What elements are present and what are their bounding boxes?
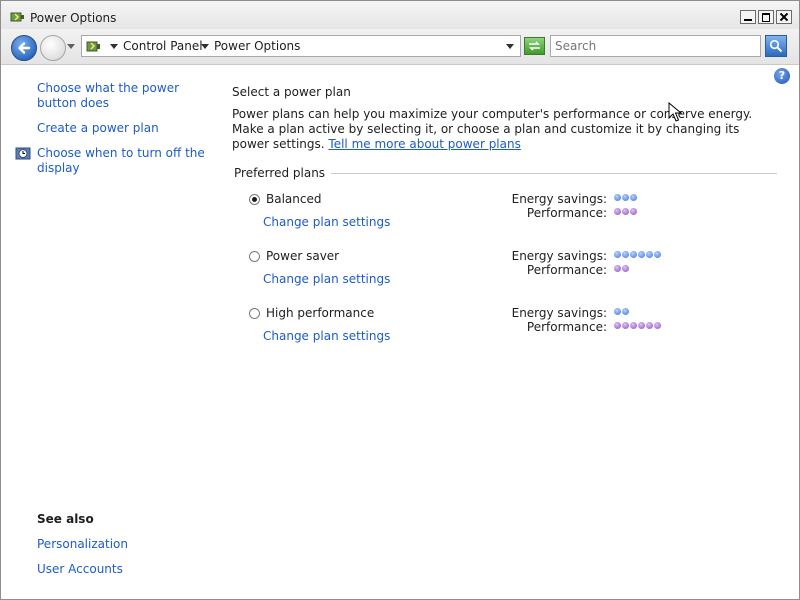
back-arrow-icon <box>18 42 31 54</box>
energy-savings-label: Energy savings: <box>511 249 607 263</box>
sidebar-link-create-plan[interactable]: Create a power plan <box>37 121 207 136</box>
minimize-button[interactable] <box>740 10 756 24</box>
see-also-heading: See also <box>37 512 94 526</box>
rating-dot <box>614 208 621 215</box>
rating-dot <box>614 265 621 272</box>
rating-dot <box>630 251 637 258</box>
sidebar-link-display-off[interactable]: Choose when to turn off the display <box>37 146 207 176</box>
energy-savings-meter <box>614 251 661 259</box>
rating-dot <box>622 308 629 315</box>
rating-dot <box>646 251 653 258</box>
rating-dot <box>622 208 629 215</box>
energy-savings-label: Energy savings: <box>511 192 607 206</box>
plan-name-high-performance[interactable]: High performance <box>266 306 374 320</box>
sidebar-link-power-button[interactable]: Choose what the power button does <box>37 81 207 111</box>
plan-power-saver: Power saver Change plan settings Energy … <box>232 249 792 299</box>
address-bar[interactable]: Control Panel Power Options <box>81 35 521 57</box>
refresh-button[interactable] <box>524 37 545 55</box>
recent-pages-dropdown-icon[interactable] <box>67 44 75 49</box>
rating-dot <box>630 194 637 201</box>
plan-name-balanced[interactable]: Balanced <box>266 192 321 206</box>
rating-dot <box>622 322 629 329</box>
tell-me-more-link[interactable]: Tell me more about power plans <box>328 137 520 151</box>
mouse-cursor-icon <box>668 101 683 125</box>
rating-dot <box>614 251 621 258</box>
rating-dot <box>614 322 621 329</box>
task-sidebar: Choose what the power button does Create… <box>1 65 216 599</box>
rating-dot <box>654 322 661 329</box>
breadcrumb-control-panel[interactable]: Control Panel <box>123 39 203 53</box>
see-also-link-user-accounts[interactable]: User Accounts <box>37 562 207 577</box>
back-button[interactable] <box>11 35 37 61</box>
search-input[interactable] <box>551 36 759 56</box>
help-icon[interactable]: ? <box>774 68 790 84</box>
description-text: Power plans can help you maximize your c… <box>232 107 772 152</box>
rating-dot <box>622 194 629 201</box>
plan-high-performance: High performance Change plan settings En… <box>232 306 792 356</box>
address-dropdown-icon[interactable] <box>506 44 514 49</box>
control-panel-icon <box>86 38 102 54</box>
rating-dot <box>630 322 637 329</box>
rating-dot <box>614 308 621 315</box>
power-options-icon <box>10 10 26 24</box>
search-button[interactable] <box>765 35 787 57</box>
rating-dot <box>614 194 621 201</box>
title-bar: Power Options <box>1 1 799 29</box>
rating-dot <box>638 322 645 329</box>
performance-label: Performance: <box>526 206 607 220</box>
navigation-bar: Control Panel Power Options <box>1 29 799 65</box>
see-also-link-personalization[interactable]: Personalization <box>37 537 207 552</box>
performance-meter <box>614 208 637 216</box>
energy-savings-meter <box>614 308 629 316</box>
page-title: Select a power plan <box>232 85 351 99</box>
energy-savings-meter <box>614 194 637 202</box>
change-plan-settings-link[interactable]: Change plan settings <box>263 329 390 343</box>
change-plan-settings-link[interactable]: Change plan settings <box>263 272 390 286</box>
rating-dot <box>622 265 629 272</box>
change-plan-settings-link[interactable]: Change plan settings <box>263 215 390 229</box>
breadcrumb-power-options[interactable]: Power Options <box>214 39 300 53</box>
performance-meter <box>614 265 629 273</box>
maximize-button[interactable] <box>758 10 774 24</box>
plan-balanced: Balanced Change plan settings Energy sav… <box>232 192 792 242</box>
refresh-icon <box>529 41 540 51</box>
energy-savings-label: Energy savings: <box>511 306 607 320</box>
window-title: Power Options <box>30 11 117 25</box>
breadcrumb-chevron-icon[interactable] <box>110 44 118 49</box>
rating-dot <box>630 208 637 215</box>
plan-radio-high-performance[interactable] <box>249 308 260 319</box>
rating-dot <box>638 251 645 258</box>
power-options-window: Power Options Control Panel Power Option… <box>0 0 800 600</box>
rating-dot <box>654 251 661 258</box>
plan-radio-power-saver[interactable] <box>249 251 260 262</box>
rating-dot <box>622 251 629 258</box>
caption-buttons <box>740 10 792 24</box>
search-box[interactable] <box>550 35 761 57</box>
performance-label: Performance: <box>526 263 607 277</box>
forward-button[interactable] <box>40 35 66 61</box>
plan-radio-balanced[interactable] <box>249 194 260 205</box>
search-icon <box>769 39 783 53</box>
clock-monitor-icon <box>15 146 31 162</box>
breadcrumb-chevron-icon[interactable] <box>201 44 209 49</box>
close-button[interactable] <box>776 10 792 24</box>
performance-meter <box>614 322 661 330</box>
plan-name-power-saver[interactable]: Power saver <box>266 249 339 263</box>
preferred-plans-heading: Preferred plans <box>234 166 332 180</box>
performance-label: Performance: <box>526 320 607 334</box>
rating-dot <box>646 322 653 329</box>
